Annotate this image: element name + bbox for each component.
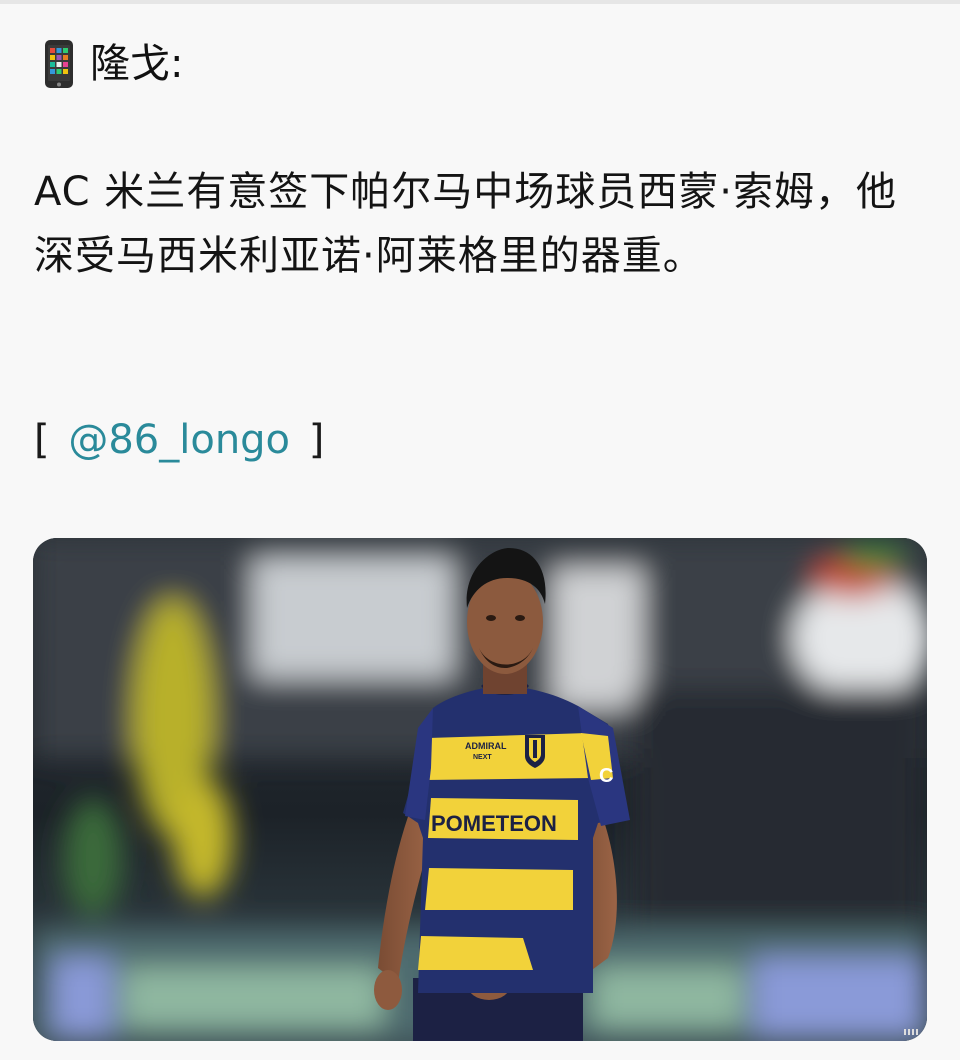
- mention-link[interactable]: @86_longo: [68, 417, 290, 463]
- top-divider: [0, 0, 960, 4]
- post-header: 隆戈:: [44, 34, 183, 94]
- watermark-icon: [904, 1029, 918, 1035]
- post-text: AC 米兰有意签下帕尔马中场球员西蒙·索姆，他深受马西米利亚诺·阿莱格里的器重。: [34, 169, 898, 279]
- author-name[interactable]: 隆戈:: [90, 39, 183, 89]
- source-bracket-close: ]: [308, 417, 325, 463]
- source-bracket-open: [: [34, 417, 50, 463]
- jersey-top-sponsor-sub-text: NEXT: [473, 754, 492, 761]
- jersey-sponsor-text: POMETEON: [431, 811, 557, 836]
- football-player-photo[interactable]: POMETEON ADMIRAL NEXT C: [33, 538, 927, 1041]
- jersey-top-sponsor-text: ADMIRAL: [465, 741, 507, 751]
- post-page: 隆戈: AC 米兰有意签下帕尔马中场球员西蒙·索姆，他深受马西米利亚诺·阿莱格里…: [0, 0, 960, 1060]
- sleeve-text: C: [599, 765, 613, 787]
- mobile-phone-icon: [44, 39, 74, 89]
- player-photo-graphic: POMETEON ADMIRAL NEXT C: [33, 538, 927, 1041]
- source-line: [ @86_longo ]: [34, 410, 324, 470]
